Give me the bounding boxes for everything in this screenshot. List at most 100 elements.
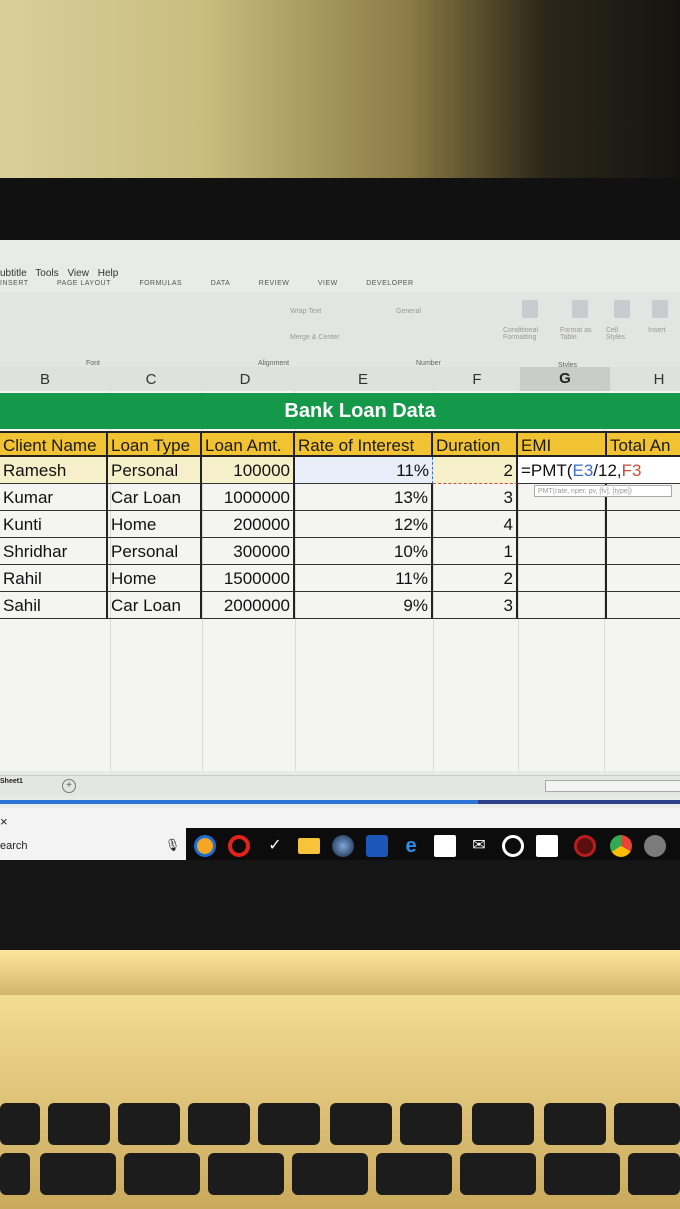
- checkmark-icon[interactable]: ✓: [264, 835, 286, 857]
- header-duration[interactable]: Duration: [433, 431, 518, 457]
- header-client-name[interactable]: Client Name: [0, 431, 108, 457]
- cell-rate[interactable]: 13%: [295, 484, 433, 511]
- horizontal-scrollbar[interactable]: [545, 780, 680, 792]
- conditional-formatting-button[interactable]: Conditional Formatting: [503, 327, 563, 341]
- tab-view[interactable]: VIEW: [318, 280, 338, 287]
- cell-styles-button[interactable]: Cell Styles: [606, 327, 636, 341]
- menu-item[interactable]: ubtitle: [0, 268, 27, 279]
- sheet-tab[interactable]: Sheet1: [0, 778, 23, 785]
- cell-total-amount[interactable]: [607, 592, 680, 619]
- edge-icon[interactable]: e: [400, 835, 422, 857]
- wrap-text-button[interactable]: Wrap Text: [290, 308, 321, 315]
- tab-developer[interactable]: DEVELOPER: [366, 280, 413, 287]
- column-header-g[interactable]: G: [520, 367, 610, 391]
- cell-client-name[interactable]: Ramesh: [0, 457, 108, 484]
- menu-item[interactable]: Tools: [35, 268, 58, 279]
- cell-rate[interactable]: 11%: [295, 565, 433, 592]
- opera-alt-icon[interactable]: [574, 835, 596, 857]
- cell-loan-type[interactable]: Home: [108, 565, 202, 592]
- format-as-table-button[interactable]: Format as Table: [560, 327, 600, 341]
- settings-icon[interactable]: [502, 835, 524, 857]
- cell-client-name[interactable]: Sahil: [0, 592, 108, 619]
- column-header-f[interactable]: F: [462, 371, 492, 388]
- cell-rate[interactable]: 9%: [295, 592, 433, 619]
- cell-total-amount[interactable]: [607, 565, 680, 592]
- cell-loan-amt[interactable]: 100000: [202, 457, 295, 484]
- tab-formulas[interactable]: FORMULAS: [139, 280, 182, 287]
- column-header-d[interactable]: D: [230, 371, 260, 388]
- cell-styles-icon[interactable]: [614, 300, 630, 318]
- cell-rate[interactable]: 11%: [295, 457, 433, 484]
- cell-duration[interactable]: 2: [433, 457, 518, 484]
- store-icon[interactable]: [536, 835, 558, 857]
- opera-icon[interactable]: [228, 835, 250, 857]
- insert-cells-icon[interactable]: [652, 300, 668, 318]
- column-header-h[interactable]: H: [644, 371, 674, 388]
- folder-icon[interactable]: [298, 838, 320, 854]
- sheet-title[interactable]: Bank Loan Data: [0, 393, 680, 429]
- menu-item[interactable]: Help: [98, 268, 119, 279]
- word-icon[interactable]: [366, 835, 388, 857]
- cell-total-amount[interactable]: [607, 511, 680, 538]
- formula-edit-cell[interactable]: =PMT(E3/12,F3: [518, 457, 680, 484]
- cell-loan-type[interactable]: Personal: [108, 538, 202, 565]
- chrome-alt-icon[interactable]: [610, 835, 632, 857]
- tab-data[interactable]: DATA: [211, 280, 231, 287]
- format-as-table-icon[interactable]: [572, 300, 588, 318]
- header-loan-amt[interactable]: Loan Amt.: [202, 431, 295, 457]
- header-rate-of-interest[interactable]: Rate of Interest: [295, 431, 433, 457]
- cell-emi[interactable]: [518, 511, 607, 538]
- header-loan-type[interactable]: Loan Type: [108, 431, 202, 457]
- cell-total-amount[interactable]: [607, 538, 680, 565]
- cell-loan-amt[interactable]: 300000: [202, 538, 295, 565]
- menu-item[interactable]: View: [67, 268, 89, 279]
- conditional-formatting-icon[interactable]: [522, 300, 538, 318]
- close-icon[interactable]: ×: [0, 814, 8, 829]
- cell-loan-type[interactable]: Home: [108, 511, 202, 538]
- tab-review[interactable]: REVIEW: [259, 280, 290, 287]
- calculator-icon[interactable]: [434, 835, 456, 857]
- microphone-icon[interactable]: 🎙: [165, 838, 180, 852]
- tab-insert[interactable]: INSERT: [0, 280, 29, 287]
- taskbar-search[interactable]: earch: [0, 840, 28, 852]
- cell-loan-type[interactable]: Personal: [108, 457, 202, 484]
- cell-loan-type[interactable]: Car Loan: [108, 592, 202, 619]
- cell-emi[interactable]: [518, 538, 607, 565]
- column-header-c[interactable]: C: [136, 371, 166, 388]
- table-row: Sahil Car Loan 2000000 9% 3: [0, 592, 680, 619]
- header-emi[interactable]: EMI: [518, 431, 607, 457]
- cell-loan-amt[interactable]: 1000000: [202, 484, 295, 511]
- cell-client-name[interactable]: Rahil: [0, 565, 108, 592]
- spreadsheet-grid[interactable]: Bank Loan Data Client Name Loan Type Loa…: [0, 391, 680, 771]
- cell-duration[interactable]: 2: [433, 565, 518, 592]
- cell-duration[interactable]: 3: [433, 484, 518, 511]
- cell-emi[interactable]: [518, 565, 607, 592]
- merge-center-button[interactable]: Merge & Center: [290, 334, 339, 341]
- media-player-icon[interactable]: [332, 835, 354, 857]
- mail-icon[interactable]: ✉: [468, 835, 490, 857]
- cell-client-name[interactable]: Shridhar: [0, 538, 108, 565]
- insert-button[interactable]: Insert: [648, 327, 666, 334]
- number-format-select[interactable]: General: [396, 308, 421, 315]
- cell-loan-amt[interactable]: 2000000: [202, 592, 295, 619]
- add-sheet-icon[interactable]: +: [62, 779, 76, 793]
- cell-emi[interactable]: [518, 592, 607, 619]
- cell-loan-type[interactable]: Car Loan: [108, 484, 202, 511]
- tab-page-layout[interactable]: PAGE LAYOUT: [57, 280, 111, 287]
- chrome-icon[interactable]: [194, 835, 216, 857]
- alignment-group-label: Alignment: [258, 360, 290, 367]
- cell-duration[interactable]: 3: [433, 592, 518, 619]
- cell-client-name[interactable]: Kumar: [0, 484, 108, 511]
- key: [472, 1103, 534, 1145]
- cell-loan-amt[interactable]: 200000: [202, 511, 295, 538]
- cell-rate[interactable]: 12%: [295, 511, 433, 538]
- column-header-e[interactable]: E: [348, 371, 378, 388]
- cell-duration[interactable]: 1: [433, 538, 518, 565]
- cell-duration[interactable]: 4: [433, 511, 518, 538]
- cell-client-name[interactable]: Kunti: [0, 511, 108, 538]
- cell-loan-amt[interactable]: 1500000: [202, 565, 295, 592]
- cell-rate[interactable]: 10%: [295, 538, 433, 565]
- header-total-amount[interactable]: Total An: [607, 431, 680, 457]
- column-header-b[interactable]: B: [30, 371, 60, 388]
- app-icon[interactable]: [644, 835, 666, 857]
